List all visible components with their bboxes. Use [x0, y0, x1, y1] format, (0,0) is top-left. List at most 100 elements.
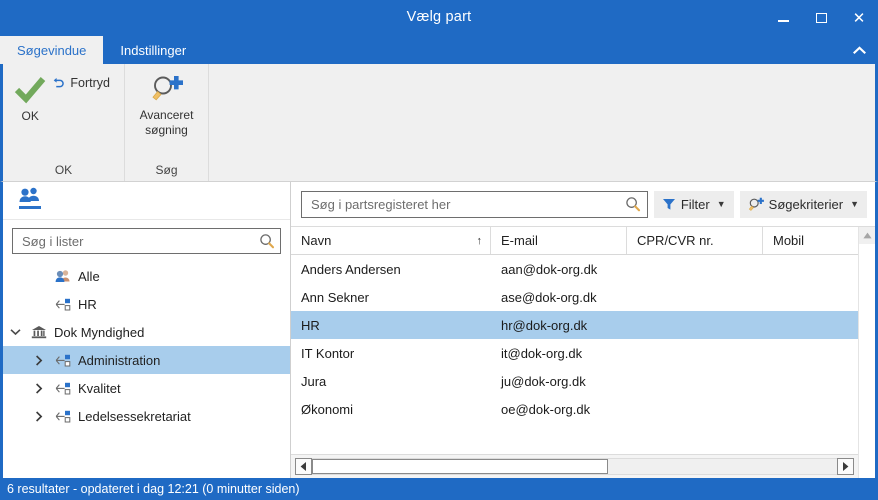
- cell-email: ju@dok-org.dk: [501, 373, 586, 389]
- column-header-email[interactable]: E-mail: [491, 227, 627, 254]
- table-row[interactable]: Økonomi oe@dok-org.dk: [291, 395, 858, 423]
- active-tab-underline: [19, 205, 41, 209]
- cell-email: ase@dok-org.dk: [501, 289, 597, 305]
- sort-ascending-icon: ↑: [476, 234, 483, 247]
- cell-navn: IT Kontor: [301, 345, 355, 361]
- chevron-up-icon: [852, 45, 866, 54]
- lists-search-input[interactable]: [22, 233, 259, 249]
- org-unit-icon: [51, 354, 75, 367]
- tree-item-label: HR: [78, 296, 97, 312]
- column-header-mobil[interactable]: Mobil: [763, 227, 858, 254]
- tree-item-label: Dok Myndighed: [54, 324, 145, 340]
- chevron-down-icon: ▼: [850, 199, 859, 209]
- lists-tree: Alle HR Dok Myndighed Administration Kva…: [3, 262, 290, 478]
- scroll-right-button[interactable]: [837, 458, 854, 475]
- tree-expander[interactable]: [27, 382, 51, 394]
- tree-item-dok-myndighed[interactable]: Dok Myndighed: [3, 318, 290, 346]
- column-header-navn[interactable]: Navn ↑: [291, 227, 491, 254]
- horizontal-scrollbar[interactable]: [291, 454, 858, 478]
- horizontal-scroll-track[interactable]: [312, 458, 837, 475]
- cell-navn: Ann Sekner: [301, 289, 369, 305]
- tree-item-label: Administration: [78, 352, 161, 368]
- tree-expander-collapse[interactable]: [3, 328, 27, 336]
- search-criteria-button[interactable]: Søgekriterier ▼: [739, 190, 867, 218]
- vertical-scroll-track[interactable]: [859, 244, 875, 478]
- party-search-input[interactable]: [311, 196, 625, 212]
- column-header-navn-label: Navn: [301, 233, 332, 248]
- table-row[interactable]: Ann Sekner ase@dok-org.dk: [291, 283, 858, 311]
- results-table-wrap: Navn ↑ E-mail CPR/CVR nr. Mobil Anders A…: [291, 226, 875, 478]
- advanced-search-button[interactable]: Avanceret søgning: [130, 70, 204, 138]
- scroll-left-button[interactable]: [295, 458, 312, 475]
- lists-search-box[interactable]: [12, 228, 281, 254]
- party-search-box[interactable]: [301, 190, 648, 218]
- table-row[interactable]: Anders Andersen aan@dok-org.dk: [291, 255, 858, 283]
- close-button[interactable]: ✕: [840, 0, 878, 36]
- search-icon[interactable]: [625, 196, 641, 212]
- tab-indstillinger[interactable]: Indstillinger: [103, 36, 203, 64]
- tree-expander[interactable]: [27, 354, 51, 366]
- tab-soegevindue[interactable]: Søgevindue: [0, 36, 104, 64]
- tree-expander[interactable]: [27, 410, 51, 422]
- org-unit-icon: [51, 410, 75, 423]
- checkmark-icon: [15, 77, 46, 104]
- tree-item-label: Kvalitet: [78, 380, 121, 396]
- tab-soegevindue-label: Søgevindue: [17, 42, 87, 58]
- table-row[interactable]: HR hr@dok-org.dk: [291, 311, 858, 339]
- people-icon: [19, 187, 39, 202]
- tree-item-hr[interactable]: HR: [3, 290, 290, 318]
- tree-item-label: Ledelsessekretariat: [78, 408, 191, 424]
- filter-button-label: Filter: [680, 196, 710, 212]
- table-row[interactable]: IT Kontor it@dok-org.dk: [291, 339, 858, 367]
- tree-item-administration[interactable]: Administration: [3, 346, 290, 374]
- window-controls: ✕: [764, 0, 878, 36]
- close-icon: ✕: [852, 8, 866, 27]
- column-header-email-label: E-mail: [501, 233, 538, 248]
- tree-item-kvalitet[interactable]: Kvalitet: [3, 374, 290, 402]
- status-bar: 6 resultater - opdateret i dag 12:21 (0 …: [0, 478, 878, 500]
- table-body: Anders Andersen aan@dok-org.dk Ann Sekne…: [291, 255, 858, 454]
- tab-indstillinger-label: Indstillinger: [120, 42, 187, 58]
- maximize-icon: [815, 13, 827, 23]
- chevron-down-icon: [9, 329, 21, 336]
- filter-button[interactable]: Filter ▼: [653, 190, 734, 218]
- title-bar: Vælg part ✕: [0, 0, 878, 36]
- arrow-left-icon: [300, 462, 306, 471]
- ribbon-group-ok-items: OK Fortryd: [3, 64, 124, 161]
- scroll-up-button[interactable]: [859, 227, 875, 244]
- ribbon-group-ok-label: OK: [54, 163, 73, 177]
- tree-item-ledelsessekretariat[interactable]: Ledelsessekretariat: [3, 402, 290, 430]
- undo-button[interactable]: Fortryd: [49, 70, 116, 90]
- search-icon[interactable]: [259, 233, 275, 249]
- arrow-right-icon: [843, 462, 849, 471]
- table-header-row: Navn ↑ E-mail CPR/CVR nr. Mobil: [291, 227, 858, 255]
- horizontal-scroll-thumb[interactable]: [312, 459, 608, 474]
- maximize-button[interactable]: [802, 0, 840, 36]
- cell-navn: Jura: [301, 373, 327, 389]
- table-row[interactable]: Jura ju@dok-org.dk: [291, 367, 858, 395]
- minimize-button[interactable]: [764, 0, 802, 36]
- vertical-scrollbar[interactable]: [858, 227, 875, 478]
- authority-icon: [27, 325, 51, 339]
- cell-email: it@dok-org.dk: [501, 345, 583, 361]
- ok-button-label: OK: [21, 109, 39, 123]
- undo-button-label: Fortryd: [70, 76, 110, 90]
- chevron-right-icon: [36, 354, 43, 366]
- chevron-right-icon: [36, 382, 43, 394]
- parties-tab-button[interactable]: [15, 185, 45, 217]
- lists-pane-iconbar: [3, 182, 290, 220]
- ribbon-group-soeg-label: Søg: [155, 163, 178, 177]
- ok-button[interactable]: OK: [11, 70, 49, 123]
- tree-item-alle[interactable]: Alle: [3, 262, 290, 290]
- magnifier-plus-icon: [151, 76, 183, 101]
- column-header-cpr[interactable]: CPR/CVR nr.: [627, 227, 763, 254]
- chevron-right-icon: [36, 410, 43, 422]
- ribbon-filler: [209, 64, 875, 181]
- ribbon-collapse-button[interactable]: [846, 39, 872, 61]
- org-unit-icon: [51, 382, 75, 395]
- content-area: Alle HR: [0, 182, 878, 478]
- all-parties-icon: [51, 269, 75, 283]
- undo-icon: [54, 77, 65, 88]
- cell-navn: Anders Andersen: [301, 261, 401, 277]
- org-unit-icon: [51, 298, 75, 311]
